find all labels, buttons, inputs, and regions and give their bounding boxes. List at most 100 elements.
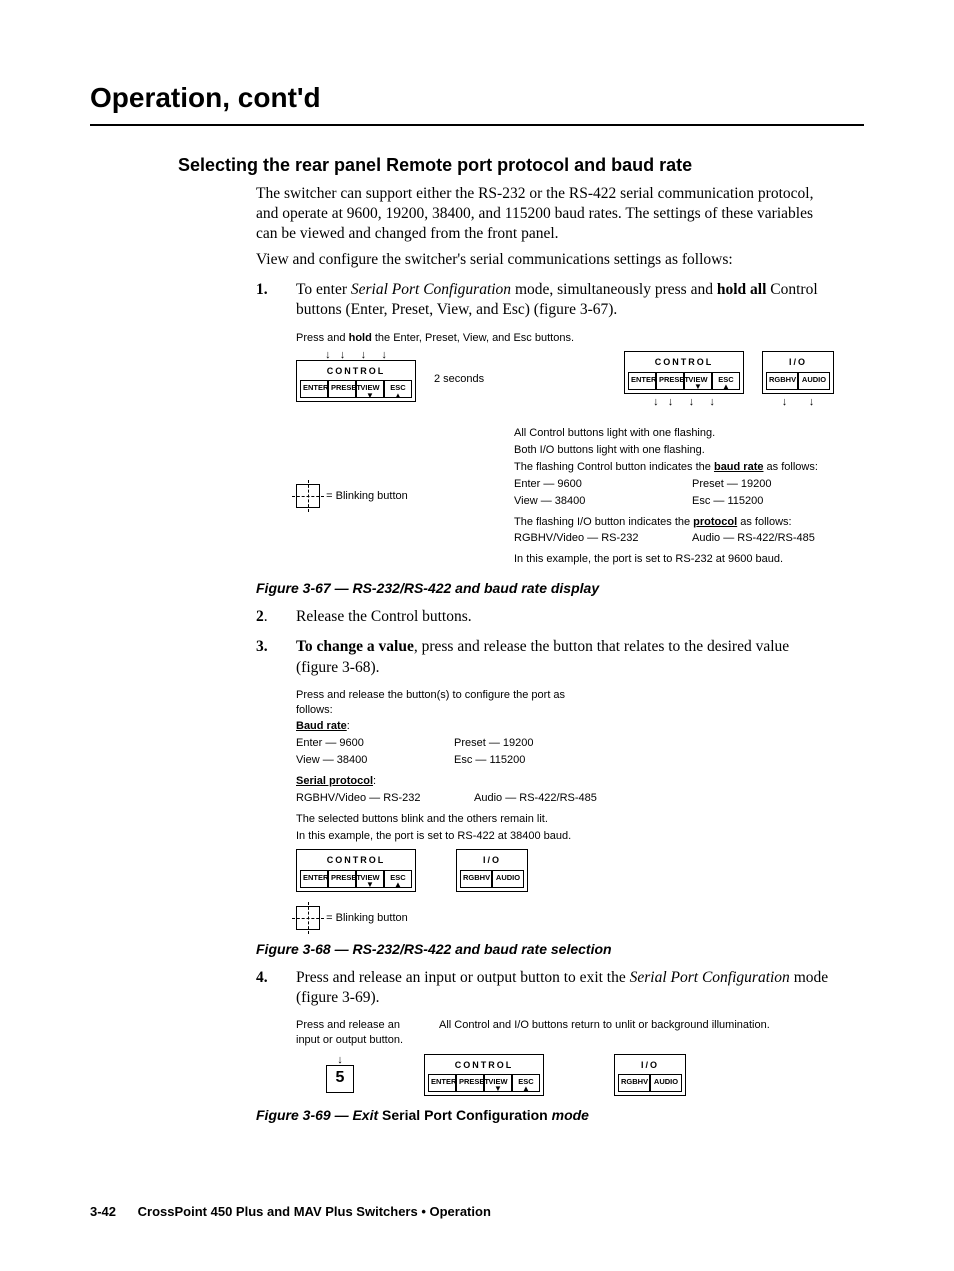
s4-pre: Press and release an input or output but…: [296, 969, 630, 986]
f68-io-label: I/O: [460, 854, 524, 866]
f69-view: VIEW▼: [484, 1074, 512, 1092]
s1-post: mode, simultaneously press and: [511, 281, 717, 298]
f68-enter-b: ENTER: [300, 870, 328, 888]
f69-io-panel: I/O RGBHVAUDIO: [614, 1054, 686, 1096]
f68-rgbhv-b: RGBHV: [460, 870, 492, 888]
step-2: 2. Release the Control buttons.: [256, 607, 834, 627]
f67-nc-pre: The flashing Control button indicates th…: [514, 461, 714, 473]
f67l-esc: ESC▲: [384, 380, 412, 398]
f68-view: View — 38400: [296, 753, 436, 768]
figure-67-block: Press and hold the Enter, Preset, View, …: [296, 331, 834, 570]
f69-note: All Control and I/O buttons return to un…: [439, 1018, 834, 1033]
s3-num: 3.: [256, 637, 296, 677]
f67-control-panel-left: CONTROL ENTERPRESETVIEW▼ESC▲: [296, 360, 416, 402]
f67l-preset: PRESET: [328, 380, 356, 398]
f69-enter: ENTER: [428, 1074, 456, 1092]
s1-pre: To enter: [296, 281, 351, 298]
section-title: Selecting the rear panel Remote port pro…: [178, 154, 864, 177]
f68-ctrl-label: CONTROL: [300, 854, 412, 866]
s1-holdall: hold all: [717, 281, 767, 298]
f68-instr: Press and release the button(s) to confi…: [296, 688, 586, 718]
s2-txt: Release the Control buttons.: [296, 607, 834, 627]
f68-baud-l: Baud rate: [296, 720, 347, 732]
step-3: 3. To change a value, press and release …: [256, 637, 834, 677]
fig69-caption: Figure 3-69 — Exit Serial Port Configura…: [256, 1106, 834, 1124]
f68-esc: Esc — 115200: [454, 753, 525, 768]
f67l-view: VIEW▼: [356, 380, 384, 398]
intro-p1: The switcher can support either the RS-2…: [256, 184, 834, 244]
f68-preset-b: PRESET: [328, 870, 356, 888]
f67-rgbhv-note: RGBHV/Video — RS-232: [514, 531, 674, 546]
f67-hold: hold: [349, 332, 372, 344]
step-4: 4. Press and release an input or output …: [256, 968, 834, 1008]
f68-enter: Enter — 9600: [296, 736, 436, 751]
f67-enter: Enter — 9600: [514, 477, 674, 492]
f67r-esc: ESC▲: [712, 372, 740, 390]
f67-nb: Both I/O buttons light with one flashing…: [514, 443, 834, 458]
s1-ital: Serial Port Configuration: [351, 281, 511, 298]
page-number: 3-42: [90, 1204, 116, 1219]
f67-two-seconds: 2 seconds: [434, 372, 484, 387]
s4-ital: Serial Port Configuration: [630, 969, 790, 986]
footer-text: CrossPoint 450 Plus and MAV Plus Switche…: [138, 1204, 491, 1219]
f67-ctrl-l-label: CONTROL: [300, 365, 412, 377]
f67-preset: Preset — 19200: [692, 477, 772, 492]
f68-preset: Preset — 19200: [454, 736, 534, 751]
f68-esc-b: ESC▲: [384, 870, 412, 888]
f67-control-panel-right: CONTROL ENTERPRESETVIEW▼ESC▲: [624, 351, 744, 393]
f67-nd-b: protocol: [693, 516, 737, 528]
intro-p2: View and configure the switcher's serial…: [256, 250, 834, 270]
title-rule: [90, 124, 864, 126]
f68-note2: In this example, the port is set to RS-4…: [296, 829, 834, 844]
f67-io-panel: I/O RGBHVAUDIO: [762, 351, 834, 393]
f68-audio: Audio — RS-422/RS-485: [474, 791, 597, 806]
f69-audio: AUDIO: [650, 1074, 682, 1092]
f67-io-label: I/O: [766, 356, 830, 368]
f67-audio: AUDIO: [798, 372, 830, 390]
blink-icon-2: [296, 906, 320, 930]
f69-instr: Press and release an input or output but…: [296, 1018, 421, 1048]
f69-preset: PRESET: [456, 1074, 484, 1092]
f67-na: All Control buttons light with one flash…: [514, 426, 834, 441]
f67-example: In this example, the port is set to RS-2…: [514, 552, 834, 567]
f67-view: View — 38400: [514, 494, 674, 509]
f69-ctrl-label: CONTROL: [428, 1059, 540, 1071]
f68-control-panel: CONTROL ENTERPRESETVIEW▼ESC▲: [296, 849, 416, 891]
f67r-enter: ENTER: [628, 372, 656, 390]
f67-nc-post: as follows:: [763, 461, 817, 473]
f67l-enter: ENTER: [300, 380, 328, 398]
f69-rgbhv: RGBHV: [618, 1074, 650, 1092]
f67-rgbhv: RGBHV: [766, 372, 798, 390]
f69-io-label: I/O: [618, 1059, 682, 1071]
page-footer: 3-42 CrossPoint 450 Plus and MAV Plus Sw…: [90, 1204, 864, 1221]
f69-btn5: 5: [326, 1065, 354, 1093]
f69-cap-bold: Serial Port Configuration: [382, 1107, 548, 1123]
f69-cap-pre: Figure 3-69 — Exit: [256, 1107, 382, 1123]
f67-nd-pre: The flashing I/O button indicates the: [514, 516, 693, 528]
f68-note1: The selected buttons blink and the other…: [296, 812, 834, 827]
figure-69-block: Press and release an input or output but…: [296, 1018, 834, 1096]
f67-esc: Esc — 115200: [692, 494, 763, 509]
f68-rgbhv: RGBHV/Video — RS-232: [296, 791, 456, 806]
f69-esc: ESC▲: [512, 1074, 540, 1092]
f67-audio-note: Audio — RS-422/RS-485: [692, 531, 815, 546]
f67-legend: = Blinking button: [326, 490, 408, 502]
s4-num: 4.: [256, 968, 296, 1008]
f67r-preset: PRESET: [656, 372, 684, 390]
f67-ctrl-r-label: CONTROL: [628, 356, 740, 368]
s2-num: 2.: [256, 607, 296, 627]
f68-audio-b: AUDIO: [492, 870, 524, 888]
f68-legend: = Blinking button: [326, 911, 408, 923]
figure-68-block: Press and release the button(s) to confi…: [296, 688, 834, 930]
f69-control-panel: CONTROL ENTERPRESETVIEW▼ESC▲: [424, 1054, 544, 1096]
s3-lead: To change a value: [296, 638, 414, 655]
f68-io-panel: I/O RGBHVAUDIO: [456, 849, 528, 891]
step-1-num: 1.: [256, 280, 296, 320]
f67-nc-b: baud rate: [714, 461, 764, 473]
page-title: Operation, cont'd: [90, 80, 864, 116]
blink-icon: [296, 484, 320, 508]
fig68-caption: Figure 3-68 — RS-232/RS-422 and baud rat…: [256, 940, 834, 958]
f67r-view: VIEW▼: [684, 372, 712, 390]
f69-cap-post: mode: [548, 1107, 589, 1123]
step-1: 1. To enter Serial Port Configuration mo…: [256, 280, 834, 320]
